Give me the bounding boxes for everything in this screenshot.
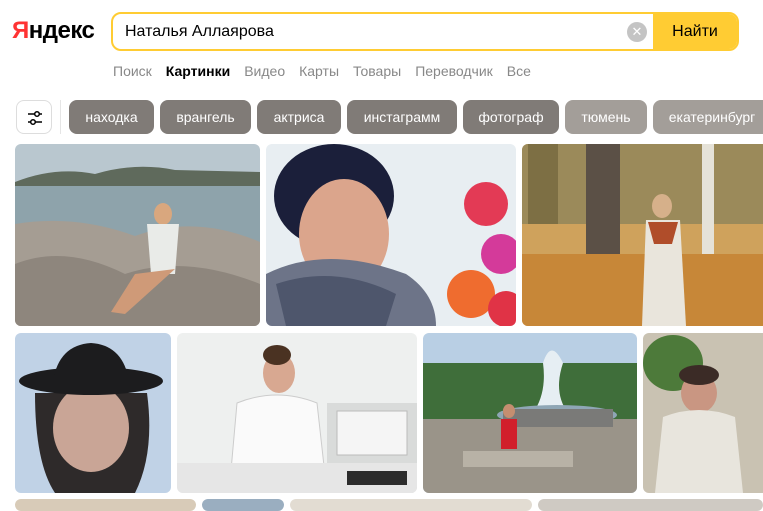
nav-video[interactable]: Видео bbox=[244, 63, 285, 79]
chip-tyumen[interactable]: тюмень bbox=[565, 100, 647, 134]
image-woman-black-hat[interactable] bbox=[15, 333, 171, 493]
image-woman-autumn-tree[interactable] bbox=[522, 144, 763, 326]
image-row3-3[interactable] bbox=[290, 499, 532, 511]
service-nav: Поиск Картинки Видео Карты Товары Переводчик В… bbox=[113, 63, 545, 81]
nav-maps[interactable]: Карты bbox=[299, 63, 339, 79]
header: Яндекс ✕ Найти Поиск Картинки Видео Карты То… bbox=[0, 0, 763, 92]
image-woman-on-rocks-sea[interactable] bbox=[15, 144, 260, 326]
chip-vrangel[interactable]: врангель bbox=[160, 100, 251, 134]
chip-nakhodka[interactable]: находка bbox=[69, 100, 154, 134]
image-row3-4[interactable] bbox=[538, 499, 763, 511]
chip-fotograf[interactable]: фотограф bbox=[463, 100, 559, 134]
chip-instagramm[interactable]: инстаграмм bbox=[347, 100, 457, 134]
image-row3-1[interactable] bbox=[15, 499, 196, 511]
sliders-icon bbox=[28, 110, 42, 126]
nav-images[interactable]: Картинки bbox=[166, 63, 230, 79]
chip-ekaterinburg[interactable]: екатеринбург bbox=[653, 100, 763, 134]
filter-divider bbox=[60, 100, 61, 134]
find-button[interactable]: Найти bbox=[653, 14, 737, 49]
image-woman-near-plant[interactable] bbox=[643, 333, 763, 493]
image-girl-by-fountain[interactable] bbox=[423, 333, 637, 493]
search-input[interactable] bbox=[125, 14, 625, 49]
filter-button[interactable] bbox=[16, 100, 52, 134]
search-box: ✕ Найти bbox=[111, 12, 739, 51]
image-woman-fur-collar-flowers[interactable] bbox=[266, 144, 516, 326]
image-doctor-at-desk[interactable] bbox=[177, 333, 417, 493]
nav-search[interactable]: Поиск bbox=[113, 63, 152, 79]
nav-translate[interactable]: Переводчик bbox=[415, 63, 493, 79]
yandex-logo[interactable]: Яндекс bbox=[12, 17, 95, 45]
nav-products[interactable]: Товары bbox=[353, 63, 401, 79]
chip-aktrisa[interactable]: актриса bbox=[257, 100, 341, 134]
filter-bar: находка врангель актриса инстаграмм фото… bbox=[0, 96, 763, 138]
nav-all[interactable]: Все bbox=[507, 63, 531, 79]
close-icon[interactable]: ✕ bbox=[627, 22, 647, 42]
image-row3-2[interactable] bbox=[202, 499, 284, 511]
